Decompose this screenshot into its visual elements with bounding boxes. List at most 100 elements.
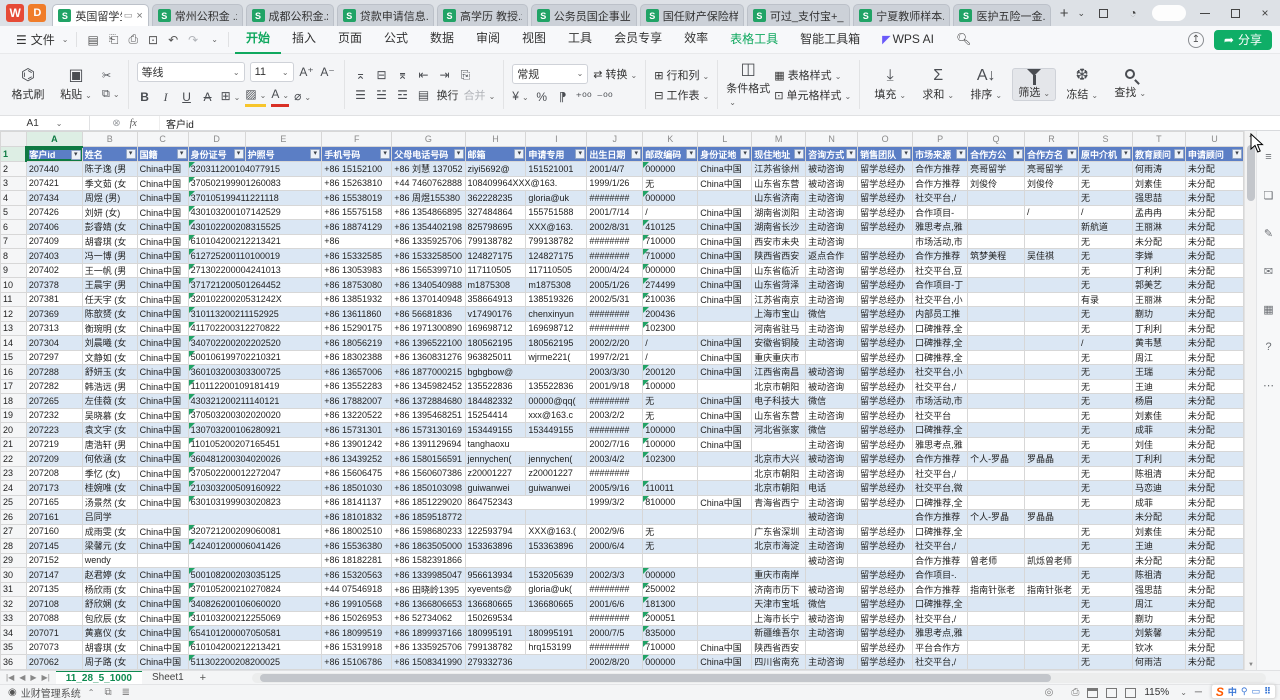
cell[interactable]: 207265 <box>26 394 82 409</box>
cell[interactable]: 207402 <box>26 263 82 278</box>
cell[interactable]: 130703200106280921 <box>188 423 322 438</box>
cell[interactable]: 市场活动,市 <box>913 394 968 409</box>
cell[interactable]: +86 13657006 <box>322 365 392 380</box>
cell[interactable]: guiwanwei <box>465 481 526 496</box>
zoom-caret-icon[interactable]: ⌄ <box>1180 688 1187 697</box>
cell[interactable] <box>698 539 752 554</box>
cell[interactable]: 口碑推荐,全 <box>913 423 968 438</box>
zoom-level[interactable]: 115% <box>1144 687 1169 698</box>
cell[interactable] <box>1025 466 1079 481</box>
row-number[interactable]: 24 <box>1 481 27 496</box>
cell[interactable]: 合作项目-丁 <box>913 278 968 293</box>
cell[interactable]: +86 1582391866 <box>392 553 465 568</box>
cell[interactable]: China中国 <box>137 611 188 626</box>
filter-dropdown-icon[interactable]: ▾ <box>380 149 390 159</box>
file-menu[interactable]: ☰ 文件 ⌄ <box>8 31 76 48</box>
cell[interactable]: 无 <box>1078 278 1132 293</box>
column-header-K[interactable]: K <box>643 132 698 147</box>
cell[interactable]: / <box>1025 205 1079 220</box>
cell[interactable]: +86 13220522 <box>322 408 392 423</box>
cell[interactable]: xyevents@ <box>465 582 526 597</box>
cell[interactable]: 胡睿琪 (女 <box>82 640 137 655</box>
cell[interactable]: 108409964XXX@163. <box>465 176 587 191</box>
cell[interactable]: 未分配 <box>1185 423 1243 438</box>
cell[interactable] <box>1025 437 1079 452</box>
column-header-P[interactable]: P <box>913 132 968 147</box>
cell[interactable]: 王迪 <box>1132 539 1185 554</box>
cell[interactable]: 韩浩远 (男 <box>82 379 137 394</box>
row-number[interactable]: 20 <box>1 423 27 438</box>
cell[interactable]: 舒妍玉 (女 <box>82 365 137 380</box>
row-number[interactable]: 13 <box>1 321 27 336</box>
cell[interactable]: wendy <box>82 553 137 568</box>
cell[interactable]: +86 1859518772 <box>392 510 465 525</box>
cell[interactable] <box>1078 553 1132 568</box>
cell[interactable] <box>968 597 1025 612</box>
cell[interactable]: 社交平台,/ <box>913 466 968 481</box>
header-cell[interactable]: 姓名▾ <box>82 147 137 162</box>
cell[interactable] <box>1025 394 1079 409</box>
cell[interactable]: 000000 <box>643 568 698 583</box>
header-cell[interactable]: 身份证号▾ <box>188 147 245 162</box>
cell[interactable] <box>858 553 913 568</box>
cell[interactable]: 2002/8/31 <box>587 220 643 235</box>
cell[interactable]: 未分配 <box>1185 234 1243 249</box>
header-cell[interactable]: 销售团队▾ <box>858 147 913 162</box>
cell[interactable]: 207135 <box>26 582 82 597</box>
cell[interactable]: 110105200207165451 <box>188 437 322 452</box>
file-tab[interactable]: S可过_支付宝+_滴滴 <box>747 4 850 26</box>
layout-mode-icon[interactable] <box>1088 0 1118 26</box>
cell[interactable]: 筑梦美程 <box>968 249 1025 264</box>
cell[interactable]: 曾老师 <box>968 553 1025 568</box>
header-cell[interactable]: 合作方公▾ <box>968 147 1025 162</box>
column-header-D[interactable]: D <box>188 132 245 147</box>
cell[interactable]: 凯烁曾老师 <box>1025 553 1079 568</box>
cell[interactable]: 430102200208315525 <box>188 220 322 235</box>
cell[interactable]: China中国 <box>137 205 188 220</box>
cell[interactable]: 社交平台,/ <box>913 611 968 626</box>
header-cell[interactable]: 咨询方式▾ <box>806 147 858 162</box>
cell[interactable]: China中国 <box>698 162 752 177</box>
cell[interactable] <box>698 582 752 597</box>
copy-icon[interactable]: ⧉⌄ <box>102 88 120 101</box>
cell[interactable]: 未分配 <box>1185 292 1243 307</box>
cell[interactable]: v17490176 <box>465 307 526 322</box>
table-style-button[interactable]: ▦ 表格样式⌄ <box>774 67 841 83</box>
menu-效率[interactable]: 效率 <box>673 25 719 54</box>
cell[interactable]: 无 <box>1078 321 1132 336</box>
cell[interactable]: +86 15536380 <box>322 539 392 554</box>
cell[interactable] <box>1025 307 1079 322</box>
cell[interactable]: +86 1598680233 <box>392 524 465 539</box>
cell[interactable]: 河南省驻马 <box>752 321 806 336</box>
cell[interactable]: 000000 <box>643 162 698 177</box>
cell[interactable]: 153449155 <box>526 423 587 438</box>
cell[interactable]: 社交平台 <box>913 408 968 423</box>
cell[interactable]: China中国 <box>698 234 752 249</box>
cell[interactable]: China中国 <box>698 495 752 510</box>
cell[interactable]: China中国 <box>698 176 752 191</box>
cell[interactable]: China中国 <box>137 626 188 641</box>
cell[interactable]: chenxinyun <box>526 307 587 322</box>
column-header-B[interactable]: B <box>82 132 137 147</box>
skin-icon[interactable]: ◔ <box>1118 0 1148 26</box>
cell-style-button[interactable]: ⊡ 单元格样式⌄ <box>774 87 851 103</box>
cell[interactable]: 社交平台,小 <box>913 292 968 307</box>
filter-dropdown-icon[interactable]: ▾ <box>1174 149 1184 159</box>
cell[interactable]: 无 <box>1078 350 1132 365</box>
underline-button[interactable]: U <box>179 89 195 105</box>
sum-button[interactable]: Σ求和⌄ <box>916 68 960 102</box>
file-tab[interactable]: S医护五险一金.xlsx <box>953 4 1050 26</box>
format-brush-icon[interactable]: ✎ <box>1261 225 1277 241</box>
cell[interactable]: 169698712 <box>465 321 526 336</box>
cell[interactable]: 被动咨询 <box>806 176 858 191</box>
cell[interactable]: 370105200210270824 <box>188 582 322 597</box>
cell[interactable]: 市场活动,市 <box>913 234 968 249</box>
cell[interactable]: 207073 <box>26 640 82 655</box>
column-header-T[interactable]: T <box>1132 132 1185 147</box>
cell[interactable]: 留学总经办 <box>858 292 913 307</box>
cell[interactable] <box>968 437 1025 452</box>
cell[interactable]: 2001/7/14 <box>587 205 643 220</box>
cell[interactable]: 963825011 <box>465 350 526 365</box>
header-cell[interactable]: 客户id▾ <box>26 147 82 162</box>
cell[interactable]: 马恋迪 <box>1132 481 1185 496</box>
